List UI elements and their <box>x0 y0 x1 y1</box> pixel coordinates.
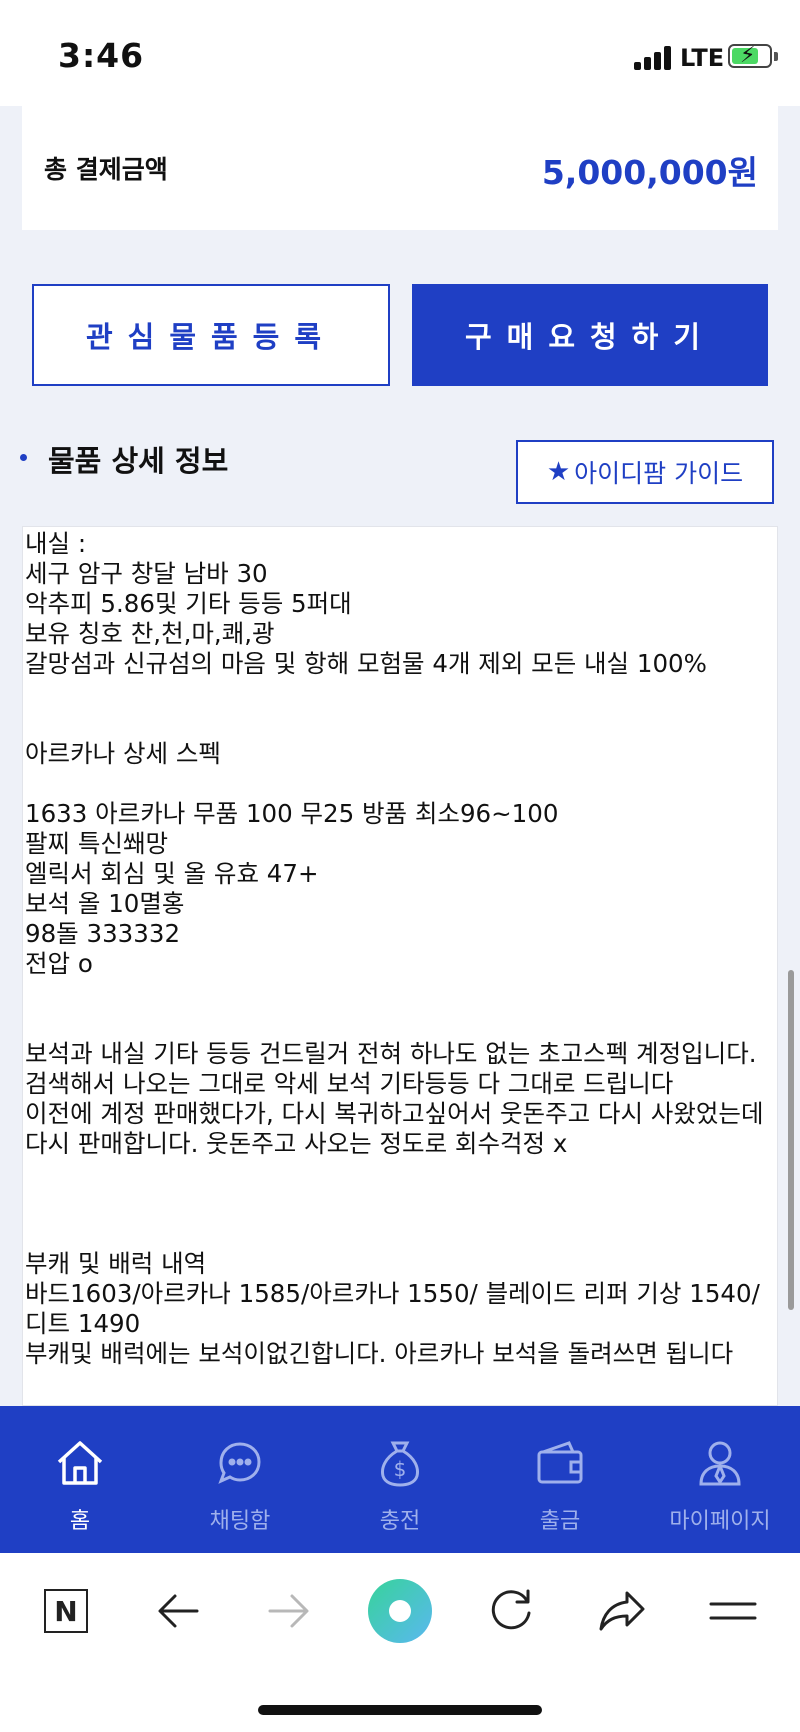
guide-button-label: 아이디팜 가이드 <box>574 459 744 488</box>
status-bar: 3:46 LTE ⚡ <box>0 0 800 106</box>
guide-button[interactable]: ★ 아이디팜 가이드 <box>516 440 774 504</box>
refresh-icon <box>491 1589 531 1630</box>
home-icon <box>57 1441 103 1485</box>
section-title: 물품 상세 정보 <box>48 444 229 478</box>
home-circle-button[interactable] <box>364 1575 436 1647</box>
total-payment-amount: 5,000,000원 <box>541 153 758 192</box>
total-payment-label: 총 결제금액 <box>44 155 168 184</box>
status-time: 3:46 <box>58 36 145 75</box>
star-icon: ★ <box>546 457 571 487</box>
tab-withdraw-label: 출금 <box>539 1509 581 1534</box>
money-bag-icon: $ <box>381 1441 419 1487</box>
section-bullet <box>20 454 27 461</box>
back-arrow-icon <box>158 1594 199 1628</box>
tab-chat-label: 채팅함 <box>209 1509 271 1534</box>
green-dot-icon <box>368 1579 432 1643</box>
wallet-icon <box>537 1441 583 1484</box>
total-payment-card: 총 결제금액 5,000,000원 <box>22 106 778 230</box>
tab-charge-label: 충전 <box>379 1509 421 1534</box>
back-button[interactable] <box>142 1575 214 1647</box>
user-icon <box>699 1441 741 1486</box>
naver-logo-icon: N <box>44 1589 88 1633</box>
signal-icon <box>634 46 674 70</box>
share-icon <box>599 1591 645 1631</box>
svg-text:$: $ <box>394 1457 407 1481</box>
share-button[interactable] <box>586 1575 658 1647</box>
add-wishlist-button[interactable]: 관심물품등록 <box>32 284 390 386</box>
forward-arrow-icon <box>268 1594 309 1628</box>
bottom-tab-bar: 홈 채팅함 $ 충전 출금 마이페이지 <box>0 1406 800 1553</box>
tab-home-label: 홈 <box>69 1509 91 1534</box>
tab-home[interactable]: 홈 <box>0 1406 160 1553</box>
item-detail-box[interactable]: 내실 : 세구 암구 창달 남바 30 악추피 5.86및 기타 등등 5퍼대 … <box>22 526 778 1406</box>
home-indicator[interactable] <box>258 1705 542 1715</box>
menu-button[interactable] <box>697 1575 769 1647</box>
refresh-button[interactable] <box>475 1575 547 1647</box>
hamburger-menu-icon <box>709 1602 757 1620</box>
scrollbar[interactable] <box>788 970 794 1310</box>
battery-icon: ⚡ <box>728 43 772 68</box>
naver-logo-button[interactable]: N <box>30 1575 102 1647</box>
network-label: LTE <box>680 44 725 72</box>
tab-withdraw[interactable]: 출금 <box>480 1406 640 1553</box>
tab-charge[interactable]: $ 충전 <box>320 1406 480 1553</box>
battery-cap <box>774 52 778 61</box>
forward-button[interactable] <box>253 1575 325 1647</box>
purchase-request-button[interactable]: 구매요청하기 <box>412 284 768 386</box>
tab-chat[interactable]: 채팅함 <box>160 1406 320 1553</box>
tab-mypage[interactable]: 마이페이지 <box>640 1406 800 1553</box>
tab-mypage-label: 마이페이지 <box>669 1509 771 1534</box>
chat-icon <box>218 1442 261 1484</box>
item-detail-text: 내실 : 세구 암구 창달 남바 30 악추피 5.86및 기타 등등 5퍼대 … <box>25 529 764 1368</box>
